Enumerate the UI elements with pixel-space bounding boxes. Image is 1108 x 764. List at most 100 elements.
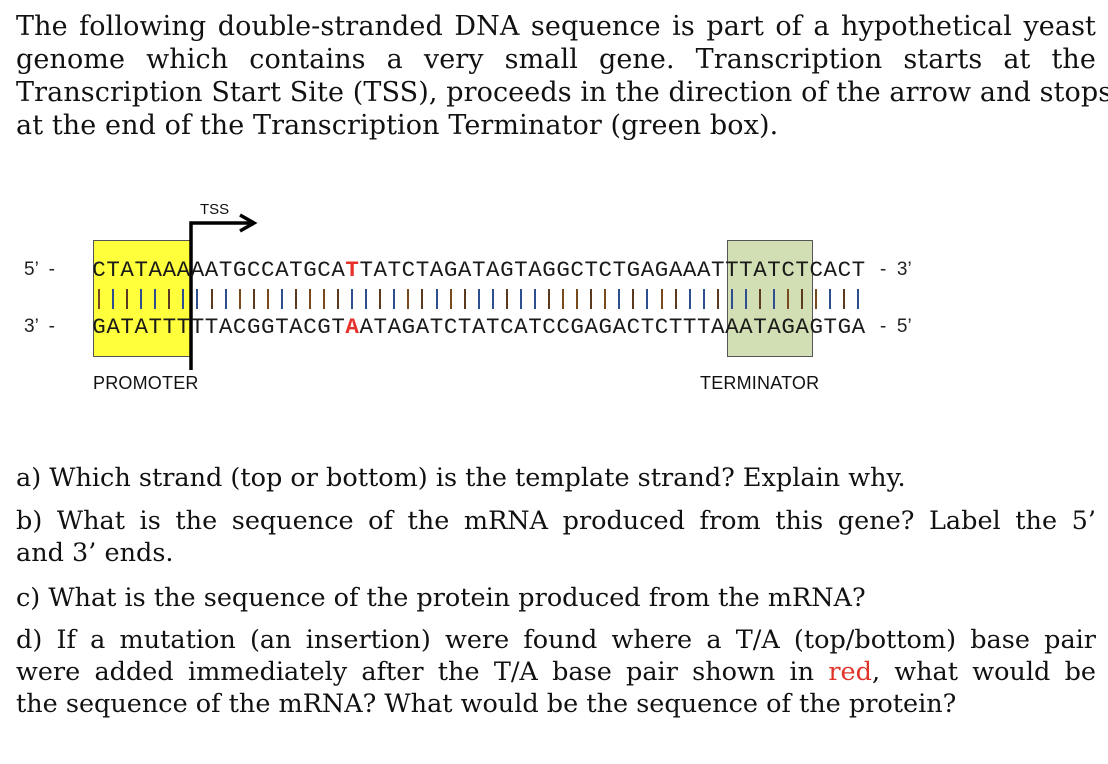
base: C (246, 257, 261, 283)
base: G (232, 257, 247, 283)
top-strand-3prime-label: - 3’ (880, 259, 912, 280)
base: C (443, 314, 458, 340)
base-pair-bond (711, 289, 725, 309)
base: A (640, 257, 655, 283)
base: T (767, 257, 781, 283)
base: G (781, 314, 795, 340)
base-pair-bond (570, 289, 584, 309)
base: A (753, 257, 767, 283)
base: C (92, 257, 106, 283)
base: T (415, 257, 430, 283)
question-d-text: the sequence of the mRNA? What would be … (16, 689, 957, 719)
base-pair-bond (289, 289, 303, 309)
base: T (711, 257, 725, 283)
base: A (359, 314, 373, 340)
base: G (542, 257, 556, 283)
base: G (303, 257, 317, 283)
base: T (486, 314, 500, 340)
base-pair-bond (219, 289, 233, 309)
highlighted-base: A (345, 314, 359, 340)
base: A (584, 314, 598, 340)
base: G (92, 314, 106, 340)
base: A (823, 257, 838, 283)
intro-line: at the end of the Transcription Terminat… (16, 110, 779, 141)
base-pair-bond (500, 289, 514, 309)
base-pair-bond (176, 289, 190, 309)
base-pair-bond (233, 289, 247, 309)
base: A (767, 314, 781, 340)
base: T (682, 314, 697, 340)
base-pair-bond (697, 289, 711, 309)
base-pair-bond (345, 289, 359, 309)
base: C (542, 314, 556, 340)
base: A (725, 314, 739, 340)
base-pair-bond (739, 289, 753, 309)
base-pair-bond (162, 289, 176, 309)
base: A (682, 257, 697, 283)
base: A (218, 314, 233, 340)
question-d-text: d) If a mutation (an insertion) were fou… (16, 625, 1096, 655)
base: T (190, 314, 205, 340)
top-strand-5prime-label: 5’ - (24, 259, 55, 280)
base: C (837, 257, 852, 283)
base: A (289, 314, 303, 340)
base: C (303, 314, 317, 340)
base-pair-bond (359, 289, 373, 309)
base: G (837, 314, 852, 340)
base: C (626, 314, 641, 340)
base: T (457, 314, 472, 340)
base: T (753, 314, 767, 340)
question-c-text: c) What is the sequence of the protein p… (16, 583, 866, 613)
bottom-strand-5prime-label: - 5’ (880, 316, 912, 337)
base: G (317, 314, 331, 340)
base-pair-bond (837, 289, 851, 309)
base: T (725, 257, 739, 283)
question-c: c) What is the sequence of the protein p… (16, 582, 1096, 614)
intro-line: The following double-stranded DNA sequen… (16, 11, 1096, 42)
base: T (204, 314, 219, 340)
base-pair-bond (725, 289, 739, 309)
base: C (570, 257, 584, 283)
base-pair-bond (753, 289, 767, 309)
base-pair-bond (640, 289, 654, 309)
base-pair-bond (387, 289, 401, 309)
intro-line: Transcription Start Site (TSS), proceeds… (16, 77, 1108, 108)
terminator-label: TERMINATOR (700, 373, 820, 393)
base: T (275, 314, 289, 340)
base: T (106, 257, 120, 283)
red-word: red (828, 657, 872, 687)
question-b: b) What is the sequence of the mRNA prod… (16, 505, 1096, 569)
question-b-text: and 3’ ends. (16, 538, 174, 568)
base: T (584, 257, 598, 283)
base: C (317, 257, 331, 283)
base: T (148, 314, 163, 340)
base-pair-bond (612, 289, 626, 309)
base: T (471, 257, 486, 283)
base-pair-bond (528, 289, 542, 309)
base: A (711, 314, 725, 340)
base: T (331, 314, 345, 340)
base: C (232, 314, 247, 340)
base-pair-bond (472, 289, 486, 309)
base: T (795, 257, 809, 283)
base: A (120, 257, 134, 283)
base-pair-bond (92, 289, 106, 309)
base-pair-bond (148, 289, 162, 309)
base-pair-bond (851, 289, 865, 309)
base-pair-bond (444, 289, 458, 309)
base-pair-bond (669, 289, 683, 309)
question-d-text-part: , what would be (871, 657, 1096, 687)
base-pair-bond (809, 289, 823, 309)
base-pair-bond (486, 289, 500, 309)
base-pair-bond (331, 289, 345, 309)
base: T (134, 257, 148, 283)
base: G (556, 257, 570, 283)
base: C (809, 257, 823, 283)
top-strand-sequence: CTATAAAAATGCCATGCATTATCTAGATAGTAGGCTCTGA… (92, 257, 865, 283)
base: A (514, 314, 528, 340)
base: A (204, 257, 219, 283)
promoter-label: PROMOTER (93, 373, 199, 393)
base: A (528, 257, 542, 283)
bottom-strand-sequence: GATATTTTTACGGTACGTAATAGATCTATCATCCGAGACT… (92, 314, 865, 340)
base: A (106, 314, 120, 340)
